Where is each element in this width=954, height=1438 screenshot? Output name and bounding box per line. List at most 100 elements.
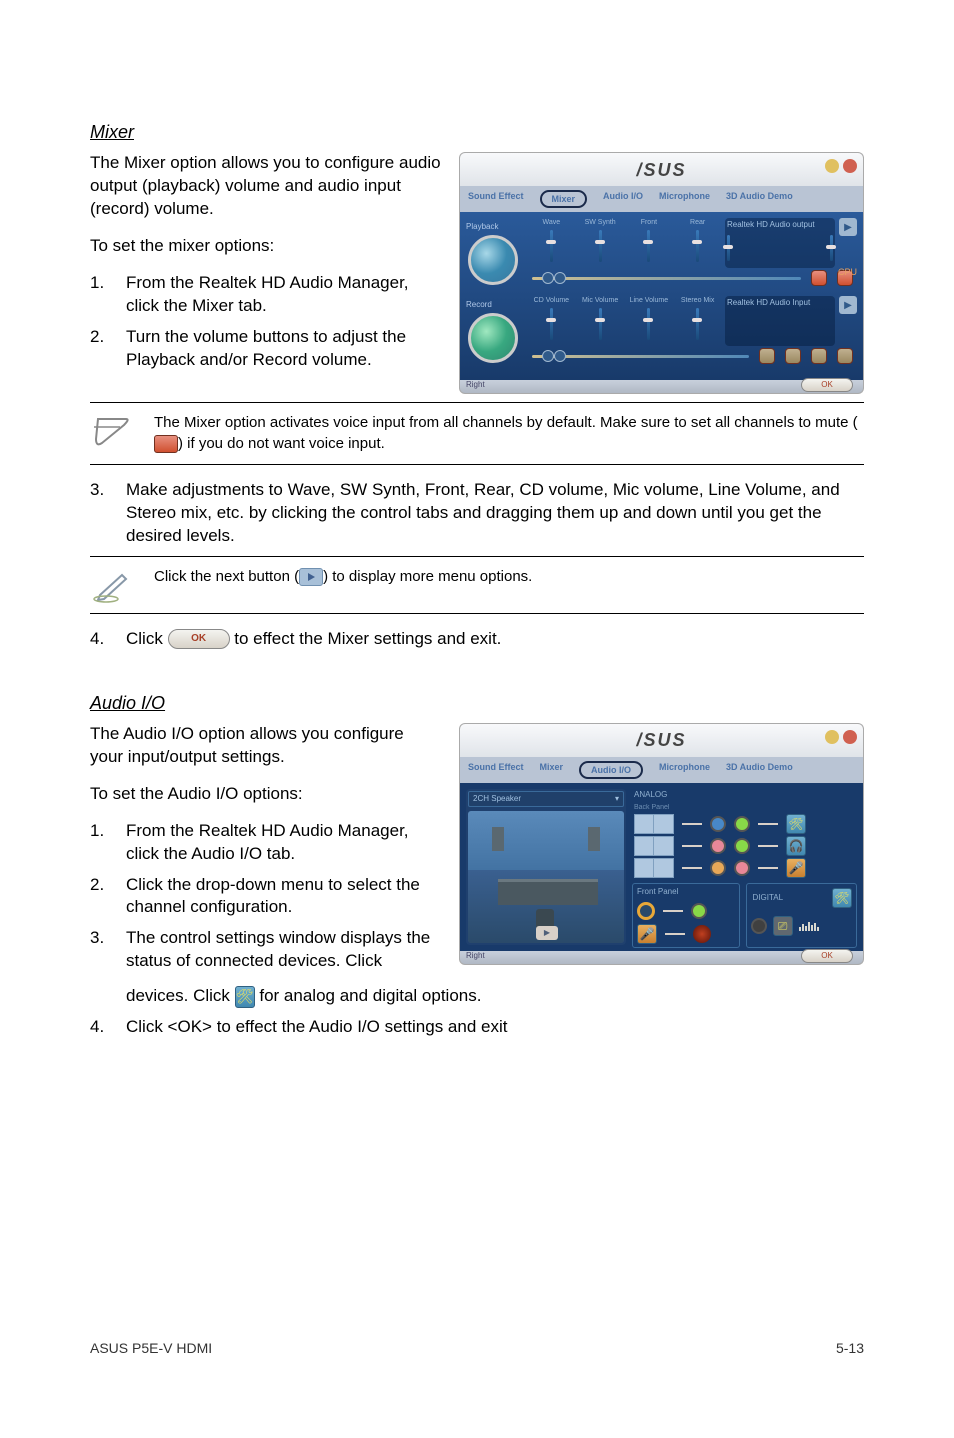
record-volume-knob[interactable] bbox=[468, 313, 518, 363]
page-footer: ASUS P5E-V HDMI 5-13 bbox=[90, 1339, 864, 1358]
tab-mixer[interactable]: Mixer bbox=[540, 761, 564, 779]
tool-icon[interactable]: 🎧 bbox=[786, 836, 806, 856]
tool-icon[interactable]: 🛠 bbox=[832, 888, 852, 908]
mixer-heading: Mixer bbox=[90, 120, 864, 144]
note-text-tail: ) if you do not want voice input. bbox=[178, 435, 385, 452]
tab-microphone[interactable]: Microphone bbox=[659, 190, 710, 208]
col-label: Line Volume bbox=[630, 296, 669, 306]
volume-slider[interactable] bbox=[599, 308, 602, 340]
mute-button[interactable] bbox=[837, 348, 853, 364]
step-number: 1. bbox=[90, 272, 126, 318]
step-number: 2. bbox=[90, 874, 126, 920]
chevron-down-icon: ▾ bbox=[615, 794, 619, 805]
jack-slot bbox=[634, 836, 654, 856]
jack-slot bbox=[654, 814, 674, 834]
app-tabs: Sound Effect Mixer Audio I/O Microphone … bbox=[459, 186, 864, 212]
footer-product: ASUS P5E-V HDMI bbox=[90, 1339, 212, 1358]
record-label: Record bbox=[466, 296, 520, 311]
blue-jack[interactable] bbox=[710, 816, 726, 832]
playback-volume-knob[interactable] bbox=[468, 235, 518, 285]
mute-button[interactable] bbox=[811, 348, 827, 364]
play-icon[interactable]: ▶ bbox=[536, 926, 558, 940]
front-headphone-jack[interactable] bbox=[637, 902, 655, 920]
volume-slider[interactable] bbox=[550, 308, 553, 340]
channel-dropdown[interactable]: 2CH Speaker ▾ bbox=[468, 791, 624, 807]
mute-button[interactable] bbox=[811, 270, 827, 286]
next-page-icon[interactable]: ▶ bbox=[839, 218, 857, 236]
spdif-icon[interactable]: ⎚ bbox=[773, 916, 793, 936]
jack-slot bbox=[634, 858, 654, 878]
audio-io-intro: The Audio I/O option allows you configur… bbox=[90, 723, 441, 769]
tab-3d-audio[interactable]: 3D Audio Demo bbox=[726, 761, 793, 779]
dropdown-value: 2CH Speaker bbox=[473, 794, 521, 805]
step-number: 4. bbox=[90, 1016, 126, 1039]
pink-jack[interactable] bbox=[734, 860, 750, 876]
tab-mixer[interactable]: Mixer bbox=[540, 190, 588, 208]
mic-icon[interactable]: 🎤 bbox=[637, 924, 657, 944]
volume-slider[interactable] bbox=[550, 230, 553, 262]
analog-label: ANALOG bbox=[632, 789, 857, 802]
close-icon[interactable] bbox=[843, 730, 857, 744]
lime-jack[interactable] bbox=[734, 816, 750, 832]
cpu-label: CPU bbox=[838, 266, 857, 278]
app-titlebar: /SUS bbox=[459, 723, 864, 757]
audio-io-toset: To set the Audio I/O options: bbox=[90, 783, 441, 806]
front-mic-jack[interactable] bbox=[693, 925, 711, 943]
volume-slider[interactable] bbox=[647, 308, 650, 340]
ok-button[interactable]: OK bbox=[801, 378, 853, 392]
volume-slider[interactable] bbox=[696, 230, 699, 262]
close-icon[interactable] bbox=[843, 159, 857, 173]
ok-button[interactable]: OK bbox=[801, 949, 853, 963]
app-titlebar: /SUS bbox=[459, 152, 864, 186]
col-label: Stereo Mix bbox=[681, 296, 714, 306]
connector-line bbox=[758, 823, 778, 825]
connector-line bbox=[682, 845, 702, 847]
tab-sound-effect[interactable]: Sound Effect bbox=[468, 761, 524, 779]
audio-io-heading: Audio I/O bbox=[90, 691, 864, 715]
volume-slider[interactable] bbox=[696, 308, 699, 340]
col-label: Mic Volume bbox=[582, 296, 618, 306]
spdif-out-jack[interactable] bbox=[751, 918, 767, 934]
minimize-icon[interactable] bbox=[825, 730, 839, 744]
tool-icon[interactable]: 🎤 bbox=[786, 858, 806, 878]
pink-jack[interactable] bbox=[710, 838, 726, 854]
mute-button[interactable] bbox=[785, 348, 801, 364]
mixer-body: Playback Wave SW Synth Front Rear Realte… bbox=[459, 212, 864, 380]
step-number: 3. bbox=[90, 479, 126, 548]
lime-jack[interactable] bbox=[691, 903, 707, 919]
step-number: 3. bbox=[90, 927, 126, 973]
pencil-icon bbox=[90, 567, 134, 603]
tab-audio-io[interactable]: Audio I/O bbox=[603, 190, 643, 208]
balance-slider[interactable] bbox=[532, 277, 801, 280]
volume-slider[interactable] bbox=[727, 235, 730, 261]
col-label: SW Synth bbox=[585, 218, 616, 228]
mixer-step-2: Turn the volume buttons to adjust the Pl… bbox=[126, 326, 441, 372]
lime-jack[interactable] bbox=[734, 838, 750, 854]
volume-slider[interactable] bbox=[830, 235, 833, 261]
audio-io-body: 2CH Speaker ▾ ▶ ANALOG Back Panel bbox=[459, 783, 864, 951]
tab-sound-effect[interactable]: Sound Effect bbox=[468, 190, 524, 208]
orange-jack[interactable] bbox=[710, 860, 726, 876]
tab-audio-io[interactable]: Audio I/O bbox=[579, 761, 643, 779]
footer-page-number: 5-13 bbox=[836, 1339, 864, 1358]
footer-left: Right bbox=[466, 380, 485, 389]
aio-step-3-tail: for analog and digital options. bbox=[255, 986, 482, 1005]
jack-slot bbox=[654, 836, 674, 856]
volume-slider[interactable] bbox=[647, 230, 650, 262]
input-box-label: Realtek HD Audio Input bbox=[727, 298, 833, 309]
desk-icon bbox=[498, 879, 598, 905]
jack-panel: ANALOG Back Panel 🛠 bbox=[632, 789, 857, 945]
mute-button[interactable] bbox=[759, 348, 775, 364]
mixer-intro: The Mixer option allows you to configure… bbox=[90, 152, 441, 221]
volume-slider[interactable] bbox=[599, 230, 602, 262]
tab-3d-audio[interactable]: 3D Audio Demo bbox=[726, 190, 793, 208]
tool-icon[interactable]: 🛠 bbox=[786, 814, 806, 834]
tab-microphone[interactable]: Microphone bbox=[659, 761, 710, 779]
balance-slider[interactable] bbox=[532, 355, 749, 358]
aio-step-3: The control settings window displays the… bbox=[126, 927, 441, 973]
next-page-icon[interactable]: ▶ bbox=[839, 296, 857, 314]
note-box: Click the next button () to display more… bbox=[90, 556, 864, 614]
connector-line bbox=[682, 823, 702, 825]
output-box-label: Realtek HD Audio output bbox=[727, 220, 833, 231]
minimize-icon[interactable] bbox=[825, 159, 839, 173]
